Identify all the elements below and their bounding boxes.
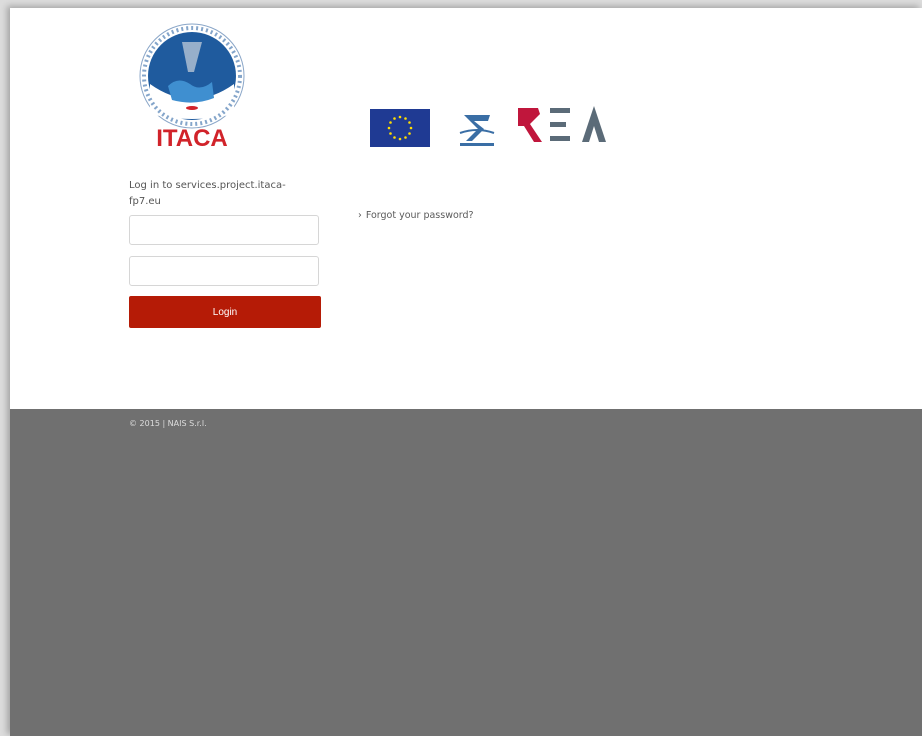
footer: © 2015 | NAIS S.r.l. (10, 409, 922, 736)
chevron-right-icon: › (358, 210, 362, 221)
eu-flag-logo (370, 109, 430, 147)
forgot-password-link[interactable]: › Forgot your password? (358, 210, 474, 221)
fp7-logo (459, 115, 495, 146)
partner-logos: ITACA (128, 8, 606, 158)
rea-logo (518, 106, 606, 142)
forgot-password-label: Forgot your password? (365, 210, 474, 221)
login-page: ITACA Log in to services.project.itaca-f… (10, 8, 922, 736)
login-title: Log in to services.project.itaca-fp7.eu (129, 180, 286, 207)
itaca-logo-text: ITACA (156, 125, 228, 152)
itaca-logo: ITACA (139, 23, 245, 152)
password-input[interactable] (129, 256, 319, 286)
username-input[interactable] (129, 215, 319, 245)
copyright-text: © 2015 | NAIS S.r.l. (129, 419, 207, 428)
login-button[interactable]: Login (129, 296, 321, 328)
